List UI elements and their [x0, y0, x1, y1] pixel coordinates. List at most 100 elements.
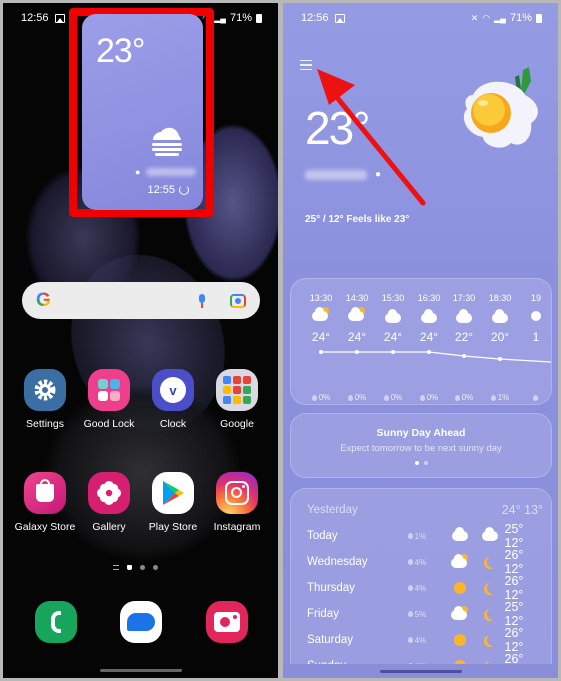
moon-cloud-icon — [487, 608, 499, 620]
home-screen: 12:56 ✕ ◠ ▂▄ 71% 23° ● 12:55 G — [3, 3, 278, 678]
weather-insight-card[interactable]: Sunny Day Ahead Expect tomorrow to be ne… — [290, 413, 552, 478]
app-play-store[interactable]: Play Store — [140, 472, 206, 533]
refresh-icon[interactable] — [179, 185, 189, 195]
google-lens-icon[interactable] — [230, 293, 246, 308]
hourly-forecast-card[interactable]: 13:30 24° 0% 14:30 24° 0% 15:30 24° 0% 1… — [290, 278, 552, 405]
hourly-item: 14:30 24° 0% — [345, 293, 369, 402]
hourly-item: 15:30 24° 0% — [381, 293, 405, 402]
moon-icon — [531, 311, 541, 321]
location-pin-icon: ● — [375, 169, 382, 180]
widget-temperature: 23° — [96, 32, 145, 70]
pager-dot-active[interactable] — [414, 461, 419, 465]
app-galaxy-store[interactable]: Galaxy Store — [12, 472, 78, 533]
hourly-item: 18:30 20° 1% — [488, 293, 512, 402]
daily-row[interactable]: Today 1% 25° 12° — [307, 522, 543, 550]
galaxy-store-icon — [24, 472, 66, 514]
app-good-lock[interactable]: Good Lock — [76, 369, 142, 430]
microphone-icon[interactable] — [198, 293, 206, 308]
hourly-item: 13:30 24° 0% — [309, 293, 333, 402]
home-page-dot[interactable] — [127, 565, 132, 570]
page-dot[interactable] — [140, 565, 145, 570]
signal-icon: ▂▄ — [214, 13, 226, 23]
phone-icon — [51, 611, 61, 633]
insight-subtitle: Expect tomorrow to be next sunny day — [340, 443, 502, 454]
insight-pager[interactable] — [291, 461, 551, 465]
cloudy-icon — [385, 309, 401, 323]
wifi-icon: ◠ — [482, 12, 491, 23]
raindrop-icon — [383, 394, 389, 401]
status-bar: 12:56 ✕ ◠ ▂▄ 71% — [283, 3, 558, 33]
hourly-item: 19 1 — [518, 293, 551, 401]
location-name-blurred — [146, 168, 197, 176]
partly-cloudy-icon — [312, 307, 330, 321]
clock-icon: v — [152, 369, 194, 411]
raindrop-icon — [407, 611, 413, 618]
dock-phone[interactable] — [35, 601, 77, 643]
daily-row[interactable]: Saturday 4% 26° 12° — [307, 626, 543, 654]
raindrop-icon — [347, 394, 353, 401]
partly-cloudy-icon — [348, 307, 366, 321]
good-lock-icon — [88, 369, 130, 411]
location[interactable]: ● — [305, 169, 381, 180]
app-settings[interactable]: Settings — [12, 369, 78, 430]
raindrop-icon — [407, 559, 413, 566]
dock-messages[interactable] — [120, 601, 162, 643]
page-indicator[interactable] — [113, 565, 158, 570]
settings-icon — [24, 369, 66, 411]
app-gallery[interactable]: Gallery — [76, 472, 142, 533]
google-logo-icon: G — [36, 289, 51, 311]
app-clock[interactable]: v Clock — [140, 369, 206, 430]
sunny-egg-illustration — [463, 67, 538, 148]
raindrop-icon — [490, 394, 496, 401]
hourly-item: 17:30 22° 0% — [452, 293, 476, 402]
gesture-bar[interactable] — [379, 670, 462, 673]
app-label: Gallery — [92, 521, 126, 533]
app-label: Play Store — [148, 521, 198, 533]
page-dot[interactable] — [153, 565, 158, 570]
status-time: 12:56 — [21, 12, 49, 24]
google-folder-icon — [216, 369, 258, 411]
raindrop-icon — [407, 533, 413, 540]
pager-dot[interactable] — [423, 461, 428, 465]
battery-icon — [256, 13, 262, 23]
weather-widget[interactable]: 23° ● 12:55 — [82, 14, 203, 210]
location-name-blurred — [305, 169, 367, 180]
gallery-icon — [88, 472, 130, 514]
google-search-bar[interactable]: G — [22, 282, 260, 319]
app-google-folder[interactable]: Google — [204, 369, 270, 430]
daily-forecast-card[interactable]: Yesterday 24° 13° Today 1% 25° 12° Wedne… — [290, 488, 552, 678]
hourly-item: 16:30 24° 0% — [417, 293, 441, 402]
weather-app-screen: 12:56 ✕ ◠ ▂▄ 71% 23° ● 25° / 12° Feels l… — [283, 3, 558, 678]
insight-title: Sunny Day Ahead — [376, 427, 466, 439]
sun-icon — [453, 582, 466, 594]
app-label: Good Lock — [83, 418, 135, 430]
mute-icon: ✕ — [470, 12, 479, 23]
dock-camera[interactable] — [206, 601, 248, 643]
raindrop-icon — [407, 637, 413, 644]
cloudy-icon — [421, 309, 437, 323]
play-store-icon — [152, 472, 194, 514]
cloudy-icon — [492, 309, 508, 323]
current-temperature: 23° — [305, 102, 371, 154]
app-label: Google — [220, 418, 254, 430]
daily-row[interactable]: Wednesday 4% 26° 12° — [307, 548, 543, 576]
moon-icon — [487, 582, 499, 594]
menu-icon[interactable] — [300, 60, 312, 70]
battery-percent: 71% — [509, 12, 532, 24]
battery-icon — [536, 13, 542, 23]
app-label: Settings — [26, 418, 64, 430]
app-label: Galaxy Store — [14, 521, 76, 533]
daily-row[interactable]: Friday 5% 25° 12° — [307, 600, 543, 628]
image-notification-icon — [54, 13, 65, 23]
instagram-icon — [216, 472, 258, 514]
gesture-bar[interactable] — [99, 669, 182, 672]
yesterday-row: Yesterday 24° 13° — [307, 503, 543, 517]
app-instagram[interactable]: Instagram — [204, 472, 270, 533]
signal-icon: ▂▄ — [494, 13, 506, 23]
raindrop-icon — [419, 394, 425, 401]
page-list-icon[interactable] — [113, 565, 119, 570]
daily-row[interactable]: Thursday 4% 26° 12° — [307, 574, 543, 602]
cloudy-icon — [456, 309, 472, 323]
raindrop-icon — [407, 585, 413, 592]
app-label: Clock — [159, 418, 187, 430]
